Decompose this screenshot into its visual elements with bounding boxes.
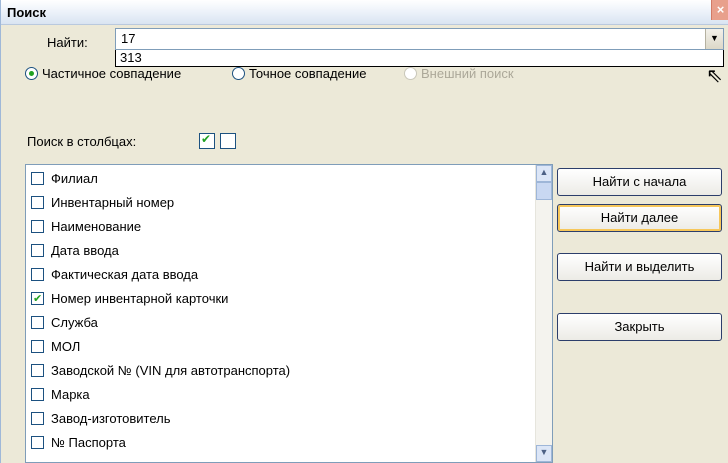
column-checkbox[interactable] bbox=[31, 171, 44, 185]
radio-indicator[interactable] bbox=[232, 67, 245, 80]
column-label: Служба bbox=[51, 314, 98, 330]
radio-external-search: Внешний поиск bbox=[404, 66, 514, 81]
column-checkbox[interactable] bbox=[31, 339, 44, 353]
column-label: Заводской № (VIN для автотранспорта) bbox=[51, 362, 291, 378]
list-item[interactable]: Заводской № (VIN для автотранспорта) bbox=[31, 358, 290, 382]
arrow-down-icon[interactable]: ▼ bbox=[536, 445, 552, 462]
list-item[interactable]: МОЛ bbox=[31, 334, 80, 358]
list-item[interactable]: Инвентарный номер bbox=[31, 190, 174, 214]
search-dialog: Поиск × Найти: 17 ▼ 313 Частичное совпад… bbox=[0, 0, 728, 463]
radio-indicator bbox=[404, 67, 417, 80]
radio-label: Частичное совпадение bbox=[42, 66, 182, 81]
list-item[interactable]: № Паспорта bbox=[31, 430, 126, 454]
find-and-select-button[interactable]: Найти и выделить bbox=[557, 253, 722, 281]
radio-indicator[interactable] bbox=[25, 67, 38, 80]
find-combobox[interactable]: 17 ▼ bbox=[115, 28, 724, 50]
match-mode-group: Частичное совпадение Точное совпадение В… bbox=[25, 66, 625, 82]
column-label: Фактическая дата ввода bbox=[51, 266, 199, 282]
column-label: Филиал bbox=[51, 170, 98, 186]
check-all-columns-checkbox[interactable] bbox=[199, 132, 215, 149]
column-checkbox[interactable] bbox=[31, 435, 44, 449]
column-label: Номер инвентарной карточки bbox=[51, 290, 229, 306]
column-checkbox[interactable] bbox=[31, 363, 44, 377]
find-next-button[interactable]: Найти далее bbox=[557, 204, 722, 232]
column-checkbox[interactable] bbox=[31, 315, 44, 329]
dropdown-item[interactable]: 313 bbox=[120, 50, 142, 66]
find-input[interactable]: 17 bbox=[121, 31, 135, 46]
list-item[interactable]: Наименование bbox=[31, 214, 141, 238]
list-item[interactable]: Номер инвентарной карточки bbox=[31, 286, 228, 310]
columns-search-label: Поиск в столбцах: bbox=[27, 134, 137, 149]
list-item[interactable]: Служба bbox=[31, 310, 98, 334]
close-icon[interactable]: × bbox=[711, 0, 728, 20]
column-checkbox[interactable] bbox=[31, 219, 44, 233]
column-checkbox[interactable] bbox=[31, 411, 44, 425]
column-label: Дата ввода bbox=[51, 242, 119, 258]
mouse-pointer-icon: ⇖ bbox=[706, 65, 723, 87]
column-checkbox[interactable] bbox=[31, 291, 44, 306]
column-label: МОЛ bbox=[51, 338, 81, 354]
list-item[interactable]: Дата ввода bbox=[31, 238, 119, 262]
column-label: Завод-изготовитель bbox=[51, 410, 171, 426]
scroll-thumb[interactable] bbox=[536, 182, 552, 200]
column-label: Марка bbox=[51, 386, 90, 402]
close-button[interactable]: Закрыть bbox=[557, 313, 722, 341]
list-item[interactable]: Фактическая дата ввода bbox=[31, 262, 198, 286]
window-title: Поиск bbox=[7, 5, 47, 20]
chevron-down-icon[interactable]: ▼ bbox=[705, 29, 723, 49]
column-checkbox[interactable] bbox=[31, 195, 44, 209]
column-label: № Паспорта bbox=[51, 434, 126, 450]
column-label: Инвентарный номер bbox=[51, 194, 175, 210]
find-history-dropdown: 313 bbox=[115, 50, 724, 67]
list-item[interactable]: Завод-изготовитель bbox=[31, 406, 171, 430]
column-label: Наименование bbox=[51, 218, 142, 234]
columns-list[interactable]: Филиал Инвентарный номер Наименование Да… bbox=[25, 164, 553, 463]
radio-label: Внешний поиск bbox=[421, 66, 514, 81]
title-bar[interactable]: Поиск × bbox=[1, 0, 728, 25]
uncheck-all-columns-checkbox[interactable] bbox=[220, 133, 236, 149]
arrow-up-icon[interactable]: ▲ bbox=[536, 165, 552, 182]
find-label: Найти: bbox=[47, 35, 88, 50]
list-item[interactable]: Филиал bbox=[31, 166, 98, 190]
list-item[interactable]: Марка bbox=[31, 382, 90, 406]
radio-exact-match[interactable]: Точное совпадение bbox=[232, 66, 366, 81]
radio-label: Точное совпадение bbox=[249, 66, 367, 81]
radio-partial-match[interactable]: Частичное совпадение bbox=[25, 66, 181, 81]
find-from-start-button[interactable]: Найти с начала bbox=[557, 168, 722, 196]
column-checkbox[interactable] bbox=[31, 243, 44, 257]
column-checkbox[interactable] bbox=[31, 267, 44, 281]
vertical-scrollbar[interactable]: ▲ ▼ bbox=[535, 165, 552, 462]
column-checkbox[interactable] bbox=[31, 387, 44, 401]
